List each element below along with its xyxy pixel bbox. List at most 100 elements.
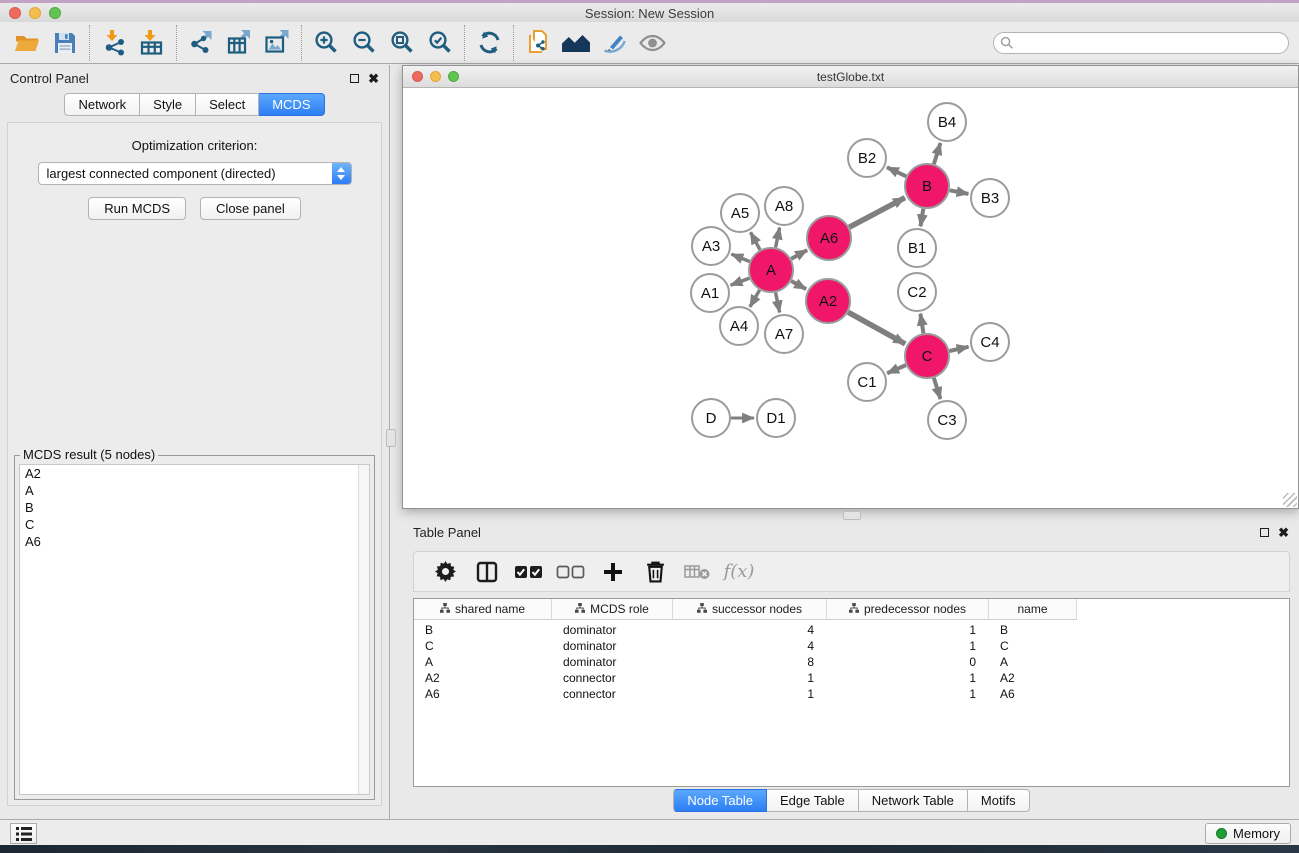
edge-B-B1[interactable] [921,209,924,227]
resize-grip[interactable] [1283,493,1297,507]
node-label: A [766,262,776,279]
column-header-predecessor-nodes[interactable]: predecessor nodes [827,599,989,620]
edge-A-A2[interactable] [791,281,806,289]
memory-button[interactable]: Memory [1205,823,1291,844]
zoom-in-icon[interactable] [307,26,345,60]
list-item[interactable]: A2 [20,465,369,482]
network-window-titlebar[interactable]: testGlobe.txt [403,66,1298,88]
eye-icon[interactable] [633,26,671,60]
table-row[interactable]: Cdominator41C [414,639,1289,655]
network-window-title: testGlobe.txt [403,66,1298,84]
import-table-icon[interactable] [133,26,171,60]
tab-edge-table[interactable]: Edge Table [767,789,859,812]
edge-A-A8[interactable] [776,228,780,248]
table-cell: A6 [414,687,552,703]
task-history-button[interactable] [10,823,37,844]
close-panel-button[interactable]: Close panel [200,197,301,220]
edge-B-B4[interactable] [934,143,941,164]
zoom-out-icon[interactable] [345,26,383,60]
search-input[interactable] [993,32,1289,54]
tab-node-table[interactable]: Node Table [673,789,767,812]
export-network-icon[interactable] [182,26,220,60]
hide-details-icon[interactable] [595,26,633,60]
edge-C-C1[interactable] [887,365,906,373]
select-all-icon[interactable] [508,555,550,589]
delete-table-icon[interactable] [676,555,718,589]
column-header-name[interactable]: name [989,599,1077,620]
edge-A-A5[interactable] [751,232,761,249]
table-row[interactable]: Bdominator41B [414,623,1289,639]
list-item[interactable]: B [20,499,369,516]
splitter-handle-vertical[interactable] [386,429,396,447]
deselect-all-icon[interactable] [550,555,592,589]
list-item[interactable]: C [20,516,369,533]
edge-A-A7[interactable] [776,293,780,313]
edge-A-A3[interactable] [731,254,749,261]
node-label: A6 [820,230,838,247]
export-image-icon[interactable] [258,26,296,60]
node-label: D [706,410,717,427]
tab-network-table[interactable]: Network Table [859,789,968,812]
edge-A2-C[interactable] [848,312,905,344]
close-panel-icon[interactable]: ✖ [1278,526,1289,539]
edge-A-A1[interactable] [731,278,750,285]
run-mcds-button[interactable]: Run MCDS [88,197,186,220]
column-type-icon [575,602,585,616]
splitter-handle-horizontal[interactable] [843,511,861,520]
node-label: B1 [908,240,926,257]
edge-C-C2[interactable] [920,314,923,334]
list-item[interactable]: A [20,482,369,499]
float-panel-icon[interactable] [1260,528,1269,537]
close-panel-icon[interactable]: ✖ [368,72,379,85]
edge-C-C3[interactable] [934,378,941,399]
table-row[interactable]: Adominator80A [414,655,1289,671]
table-cell: dominator [552,655,673,671]
edge-A6-B[interactable] [849,198,905,228]
column-header-MCDS-role[interactable]: MCDS role [552,599,673,620]
tab-style[interactable]: Style [140,93,196,116]
table-row[interactable]: A6connector11A6 [414,687,1289,703]
houses-icon[interactable] [557,26,595,60]
save-session-icon[interactable] [46,26,84,60]
table-panel-tabs: Node TableEdge TableNetwork TableMotifs [673,789,1029,812]
column-header-successor-nodes[interactable]: successor nodes [673,599,827,620]
criterion-select[interactable]: largest connected component (directed) [38,162,352,185]
tab-mcds[interactable]: MCDS [259,93,324,116]
list-item[interactable]: A6 [20,533,369,550]
tab-motifs[interactable]: Motifs [968,789,1030,812]
export-table-icon[interactable] [220,26,258,60]
control-panel-title: Control Panel [10,71,89,86]
fx-label: f(x) [724,561,755,582]
float-panel-icon[interactable] [350,74,359,83]
desktop-wallpaper-bottom [0,845,1299,853]
refresh-icon[interactable] [470,26,508,60]
column-selector-icon[interactable] [466,555,508,589]
edge-A-A6[interactable] [791,250,807,259]
table-body: Bdominator41BCdominator41CAdominator80AA… [414,620,1289,703]
trash-icon[interactable] [634,555,676,589]
tab-select[interactable]: Select [196,93,259,116]
clone-network-icon[interactable] [519,26,557,60]
edge-B-B2[interactable] [887,167,906,176]
add-column-icon[interactable] [592,555,634,589]
import-network-icon[interactable] [95,26,133,60]
zoom-window-icon[interactable] [448,71,459,82]
memory-status-icon [1216,828,1227,839]
table-cell: connector [552,687,673,703]
scrollbar[interactable] [358,465,369,794]
zoom-fit-icon[interactable] [383,26,421,60]
column-header-shared-name[interactable]: shared name [414,599,552,620]
zoom-selected-icon[interactable] [421,26,459,60]
network-canvas[interactable]: B4B2BB3A8A5A6A3B1AC2A1A2A4A7C4CC1DD1C3 [403,88,1298,508]
close-window-icon[interactable] [412,71,423,82]
edge-B-B3[interactable] [950,190,969,194]
open-session-icon[interactable] [8,26,46,60]
table-header-row: shared nameMCDS rolesuccessor nodesprede… [414,599,1289,620]
table-row[interactable]: A2connector11A2 [414,671,1289,687]
minimize-window-icon[interactable] [430,71,441,82]
tab-network[interactable]: Network [64,93,140,116]
function-builder-icon[interactable]: f(x) [718,555,760,589]
edge-C-C4[interactable] [949,347,968,351]
gear-icon[interactable] [424,555,466,589]
edge-A-A4[interactable] [750,290,760,307]
